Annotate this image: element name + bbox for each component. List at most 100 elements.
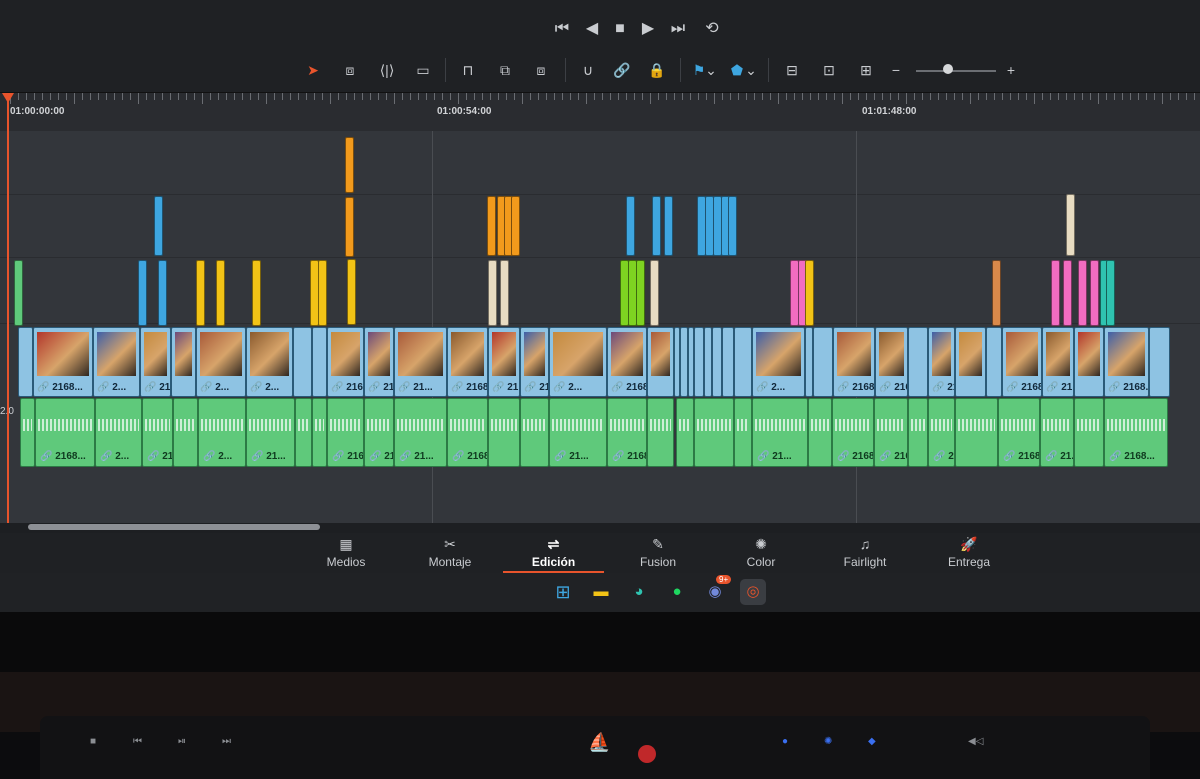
dynamic-trim-icon[interactable]: ⟨|⟩	[374, 59, 400, 81]
tab-edit[interactable]: ⇌ Edición	[503, 533, 604, 573]
zoom-in-icon[interactable]: +	[1001, 59, 1021, 81]
zoom-slider-handle[interactable]	[943, 64, 953, 74]
timeline-marker[interactable]	[1066, 194, 1075, 256]
windows-start-icon[interactable]: ⊞	[550, 579, 576, 605]
timeline-marker[interactable]	[805, 260, 814, 326]
audio-clip[interactable]: 🔗 21...	[752, 398, 808, 467]
overwrite-clip-icon[interactable]: ⧉	[492, 59, 518, 81]
timeline-marker[interactable]	[650, 260, 659, 326]
video-clip[interactable]: 🔗 2...	[93, 327, 140, 397]
audio-clip[interactable]: 🔗 21...	[1040, 398, 1074, 467]
audio-clip[interactable]	[173, 398, 198, 467]
snapping-icon[interactable]: ∪	[575, 59, 601, 81]
video-clip[interactable]: 🔗 2168...	[1002, 327, 1042, 397]
file-explorer-icon[interactable]: ▬	[588, 579, 614, 605]
audio-clip[interactable]: 🔗 21...	[549, 398, 607, 467]
video-clip[interactable]: 🔗 21...	[488, 327, 520, 397]
audio-clip[interactable]: 🔗 216...	[327, 398, 364, 467]
detail-zoom-icon[interactable]: ⊡	[816, 59, 842, 81]
video-clip[interactable]	[986, 327, 1002, 397]
go-to-start-icon[interactable]: ⏮	[549, 16, 575, 42]
linked-selection-icon[interactable]: 🔗	[609, 59, 635, 81]
timeline-marker[interactable]	[1051, 260, 1060, 326]
timeline-marker[interactable]	[14, 260, 23, 326]
video-clip[interactable]: 🔗 21...	[364, 327, 394, 397]
timeline-marker[interactable]	[728, 196, 737, 256]
timeline-marker[interactable]	[1090, 260, 1099, 326]
tab-media[interactable]: ▦ Medios	[316, 533, 376, 573]
video-clip[interactable]: 🔗 2...	[196, 327, 246, 397]
custom-zoom-icon[interactable]: ⊞	[853, 59, 879, 81]
timecode-ruler[interactable]: 01:00:00:00 01:00:54:00 01:01:48:00	[0, 93, 1200, 132]
timeline-marker[interactable]	[154, 196, 163, 256]
timeline-marker[interactable]	[487, 196, 496, 256]
insert-clip-icon[interactable]: ⊓	[455, 59, 481, 81]
video-clip[interactable]	[1074, 327, 1104, 397]
video-clip[interactable]	[18, 327, 33, 397]
video-clip[interactable]: 🔗 216...	[875, 327, 908, 397]
audio-clip[interactable]	[312, 398, 327, 467]
video-clip[interactable]: 🔗 2168...	[447, 327, 488, 397]
timeline-marker[interactable]	[138, 260, 147, 326]
timeline-marker[interactable]	[216, 260, 225, 326]
timeline-marker[interactable]	[1063, 260, 1072, 326]
audio-clip[interactable]	[694, 398, 734, 467]
video-clip[interactable]	[312, 327, 327, 397]
tab-fairlight[interactable]: ♫ Fairlight	[835, 533, 895, 573]
timeline-marker[interactable]	[347, 259, 356, 325]
loop-icon[interactable]: ⟲	[699, 16, 725, 42]
audio-clip[interactable]	[734, 398, 752, 467]
audio-clip[interactable]: 🔗 21...	[364, 398, 394, 467]
audio-clip[interactable]	[295, 398, 312, 467]
position-lock-icon[interactable]: 🔒	[644, 59, 670, 81]
video-clip[interactable]: 🔗 21...	[140, 327, 171, 397]
timeline-marker[interactable]	[158, 260, 167, 326]
video-clip[interactable]	[647, 327, 674, 397]
blade-tool-icon[interactable]: ▭	[410, 59, 436, 81]
audio-clip[interactable]: 🔗 216...	[142, 398, 173, 467]
tab-cut[interactable]: ✂ Montaje	[418, 533, 482, 573]
zoom-out-icon[interactable]: −	[886, 59, 906, 81]
video-clip[interactable]	[813, 327, 833, 397]
video-clip[interactable]	[805, 327, 813, 397]
timeline-marker[interactable]	[500, 260, 509, 326]
video-clip[interactable]: 🔗 2...	[549, 327, 607, 397]
timeline-marker[interactable]	[196, 260, 205, 326]
timeline-marker[interactable]	[1078, 260, 1087, 326]
timeline-marker[interactable]	[992, 260, 1001, 326]
timeline-marker[interactable]	[345, 137, 354, 193]
audio-clip[interactable]	[908, 398, 928, 467]
stop-icon[interactable]: ■	[607, 16, 633, 42]
video-clip[interactable]	[1149, 327, 1170, 397]
audio-clip[interactable]: 🔗 2168...	[447, 398, 488, 467]
video-clip[interactable]: 🔗 21...	[520, 327, 549, 397]
video-clip[interactable]	[712, 327, 722, 397]
audio-clip[interactable]	[488, 398, 520, 467]
timeline-marker[interactable]	[652, 196, 661, 256]
timeline-marker[interactable]	[511, 196, 520, 256]
edge-browser-icon[interactable]: ◕	[626, 579, 652, 605]
audio-clip[interactable]: 🔗 2168...	[1104, 398, 1168, 467]
video-clip[interactable]	[704, 327, 712, 397]
video-clip[interactable]: 🔗 2168...	[607, 327, 647, 397]
tab-deliver[interactable]: 🚀 Entrega	[940, 533, 998, 573]
audio-clip[interactable]: 🔗 21...	[928, 398, 955, 467]
timeline-marker[interactable]	[488, 260, 497, 326]
audio-clip[interactable]	[955, 398, 998, 467]
timeline-marker[interactable]	[664, 196, 673, 256]
audio-clip[interactable]: 🔗 21...	[394, 398, 447, 467]
video-clip[interactable]	[908, 327, 928, 397]
video-clip[interactable]: 🔗 2...	[752, 327, 805, 397]
audio-clip[interactable]	[647, 398, 674, 467]
zoom-slider[interactable]	[916, 70, 996, 72]
audio-clip[interactable]: 🔗 2168...	[998, 398, 1040, 467]
audio-clip[interactable]: 🔗 2...	[198, 398, 246, 467]
tab-fusion[interactable]: ✎ Fusion	[630, 533, 686, 573]
play-reverse-icon[interactable]: ◀	[579, 16, 605, 42]
video-clip[interactable]	[293, 327, 312, 397]
video-clip[interactable]: 🔗 2168...	[1104, 327, 1149, 397]
selection-tool-icon[interactable]: ➤	[300, 59, 326, 81]
video-clip[interactable]: 🔗 21...	[1042, 327, 1074, 397]
spotify-icon[interactable]: ●	[664, 579, 690, 605]
timeline-marker[interactable]	[252, 260, 261, 326]
